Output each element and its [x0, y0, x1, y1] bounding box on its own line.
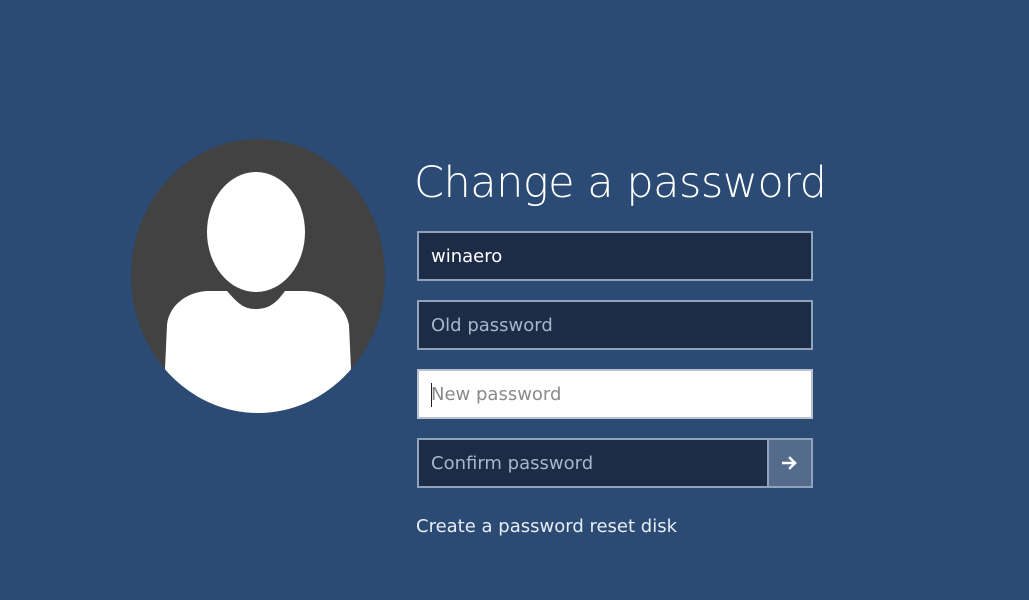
confirm-password-field[interactable] [417, 438, 813, 488]
arrow-right-icon [782, 456, 797, 470]
text-caret [431, 383, 432, 407]
username-input[interactable] [419, 233, 811, 279]
old-password-input[interactable] [419, 302, 811, 348]
new-password-field[interactable] [417, 369, 813, 419]
create-reset-disk-link[interactable]: Create a password reset disk [416, 516, 677, 537]
old-password-field[interactable] [417, 300, 813, 350]
confirm-password-input[interactable] [419, 440, 771, 486]
username-field[interactable] [417, 231, 813, 281]
new-password-input[interactable] [419, 371, 811, 417]
user-avatar [131, 139, 385, 413]
page-title: Change a password [414, 158, 827, 208]
submit-button[interactable] [767, 440, 811, 486]
user-silhouette-icon [163, 172, 353, 413]
